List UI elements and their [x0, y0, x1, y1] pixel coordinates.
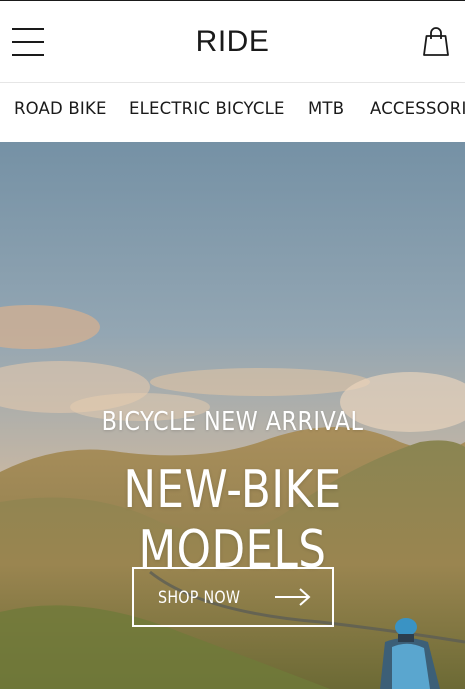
nav-item-mtb[interactable]: MTB [308, 99, 344, 118]
nav-item-road-bike[interactable]: ROAD BIKE [14, 99, 107, 118]
nav-item-accessories[interactable]: ACCESSORIES [370, 99, 465, 118]
category-nav: ROAD BIKE ELECTRIC BICYCLE MTB ACCESSORI… [0, 83, 465, 142]
shop-now-button[interactable]: SHOP NOW [132, 567, 334, 627]
hero-banner: BICYCLE NEW ARRIVAL NEW-BIKE MODELS SHOP… [0, 142, 465, 689]
site-logo[interactable]: RIDE [0, 25, 465, 59]
nav-item-electric-bicycle[interactable]: ELECTRIC BICYCLE [129, 99, 285, 118]
hero-title: NEW-BIKE MODELS [123, 460, 342, 580]
shopping-bag-icon[interactable] [420, 25, 454, 59]
arrow-right-icon [275, 588, 311, 606]
hero-subtitle: BICYCLE NEW ARRIVAL [101, 407, 364, 437]
shop-now-label: SHOP NOW [158, 588, 241, 608]
site-header: RIDE [0, 0, 465, 83]
